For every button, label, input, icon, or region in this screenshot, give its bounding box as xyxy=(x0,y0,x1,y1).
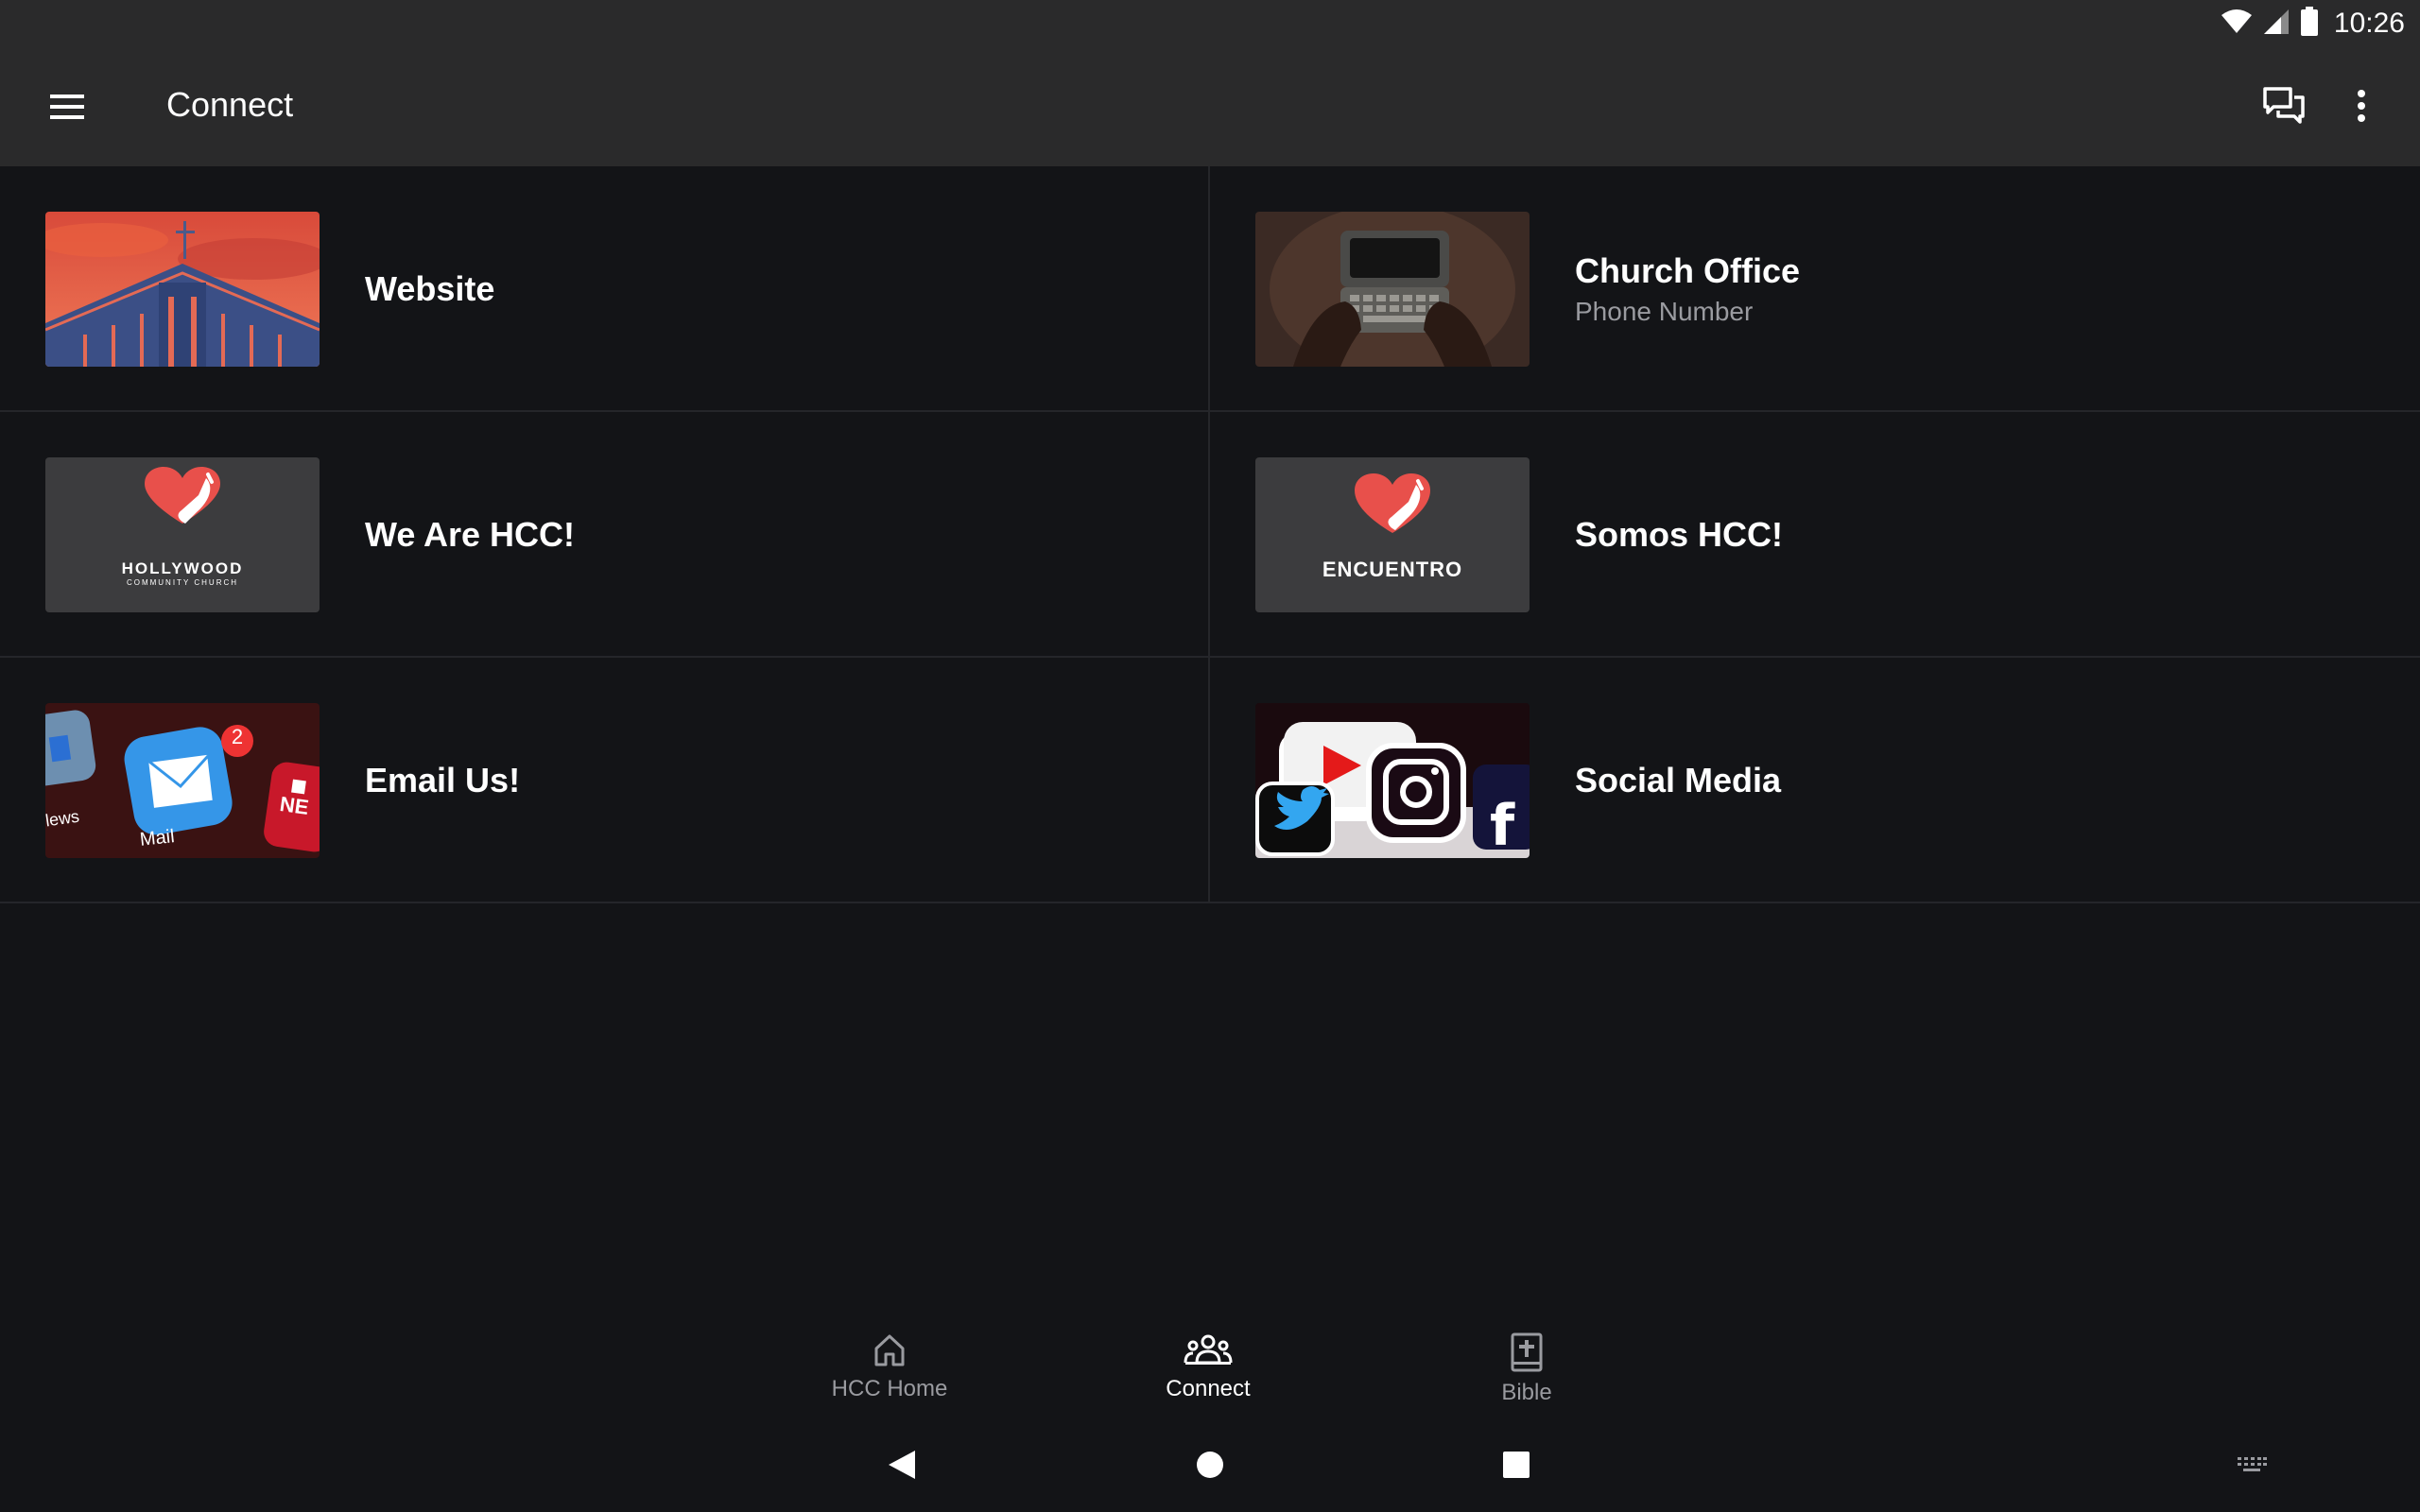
home-button[interactable] xyxy=(1189,1444,1231,1486)
mail-app-label: Mail xyxy=(138,826,176,850)
svg-text:f: f xyxy=(1490,793,1515,858)
chat-button[interactable] xyxy=(2259,81,2308,130)
bottom-navigation: HCC Home Connect Bible xyxy=(0,1304,2420,1418)
item-subtitle: Phone Number xyxy=(1575,297,1754,326)
connect-item-social-media[interactable]: f Social Media xyxy=(1210,658,2420,903)
keyboard-icon xyxy=(2238,1457,2267,1471)
mail-badge: 2 xyxy=(231,725,244,748)
recents-button[interactable] xyxy=(1495,1444,1537,1486)
connect-item-somos-hcc[interactable]: ENCUENTRO Somos HCC! xyxy=(1210,412,2420,658)
encuentro-logo-thumbnail: ENCUENTRO xyxy=(1255,457,1530,612)
connect-item-email-us[interactable]: 2 Mail lews NE Email Us! xyxy=(0,658,1210,903)
encuentro-logo-text: ENCUENTRO xyxy=(1322,558,1463,581)
signal-icon xyxy=(2262,8,2290,41)
hollywood-logo-thumbnail: HOLLYWOOD COMMUNITY CHURCH xyxy=(45,457,320,612)
status-icons: 10:26 xyxy=(2221,6,2405,42)
item-title: Church Office xyxy=(1575,251,1801,290)
hollywood-logo-text: HOLLYWOOD xyxy=(121,559,244,577)
app-bar: Connect xyxy=(0,45,2420,166)
overflow-menu-button[interactable] xyxy=(2341,81,2382,130)
church-office-thumbnail xyxy=(1255,212,1530,367)
item-title: Website xyxy=(365,269,495,308)
back-button[interactable] xyxy=(881,1444,923,1486)
people-icon xyxy=(1184,1334,1233,1365)
home-icon xyxy=(874,1334,905,1366)
email-thumbnail: 2 Mail lews NE xyxy=(45,703,320,858)
item-title: We Are HCC! xyxy=(365,515,576,554)
nav-item-hcc-home[interactable]: HCC Home xyxy=(795,1332,984,1402)
menu-button[interactable] xyxy=(34,83,100,130)
hollywood-logo-subtext: COMMUNITY CHURCH xyxy=(126,578,239,587)
nav-label: HCC Home xyxy=(831,1376,948,1401)
nav-label: Bible xyxy=(1501,1380,1552,1405)
recents-icon xyxy=(1503,1452,1530,1478)
chat-icon xyxy=(2263,87,2305,124)
nav-item-connect[interactable]: Connect xyxy=(1114,1332,1303,1402)
connect-item-we-are-hcc[interactable]: HOLLYWOOD COMMUNITY CHURCH We Are HCC! xyxy=(0,412,1210,658)
battery-icon xyxy=(2300,6,2319,42)
website-thumbnail xyxy=(45,212,320,367)
bible-icon xyxy=(1511,1332,1543,1372)
hamburger-icon xyxy=(50,94,84,119)
bbc-app-label: NE xyxy=(278,791,311,820)
page-title: Connect xyxy=(166,85,294,124)
wifi-icon xyxy=(2221,9,2253,40)
system-navigation-bar xyxy=(0,1418,2420,1512)
nav-item-bible[interactable]: Bible xyxy=(1432,1332,1621,1406)
item-title: Social Media xyxy=(1575,761,1782,799)
back-icon xyxy=(889,1451,915,1479)
social-media-thumbnail: f xyxy=(1255,703,1530,858)
status-time: 10:26 xyxy=(2333,8,2405,39)
item-title: Somos HCC! xyxy=(1575,515,1784,554)
connect-item-church-office[interactable]: Church Office Phone Number xyxy=(1210,166,2420,412)
item-title: Email Us! xyxy=(365,761,521,799)
more-vert-icon xyxy=(2358,90,2365,122)
status-bar: 10:26 xyxy=(0,0,2420,45)
home-circle-icon xyxy=(1197,1452,1223,1478)
nav-label: Connect xyxy=(1166,1376,1251,1401)
connect-item-website[interactable]: Website xyxy=(0,166,1210,412)
keyboard-button[interactable] xyxy=(2231,1444,2273,1486)
